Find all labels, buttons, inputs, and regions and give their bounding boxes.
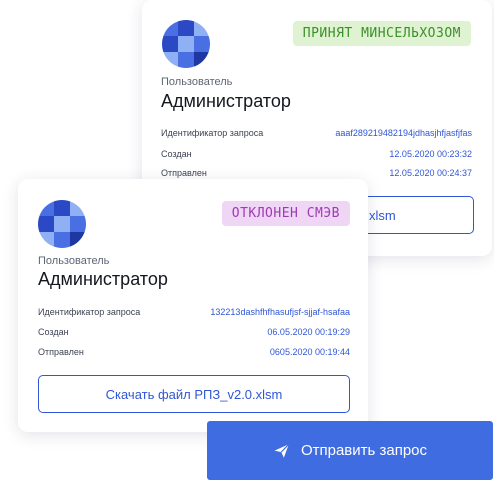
- status-badge: ПРИНЯТ МИНСЕЛЬХОЗОМ: [292, 21, 471, 46]
- created-label: Создан: [161, 149, 192, 159]
- request-id-label: Идентификатор запроса: [161, 128, 264, 138]
- download-button-label: xlsm: [369, 207, 396, 223]
- download-file-button[interactable]: xlsm: [352, 196, 474, 234]
- send-request-button[interactable]: Отправить запрос: [207, 421, 493, 480]
- avatar: [38, 200, 86, 248]
- sent-value: 12.05.2020 00:24:37: [389, 168, 472, 178]
- user-name: Администратор: [38, 269, 168, 289]
- request-id-value: aaaf289219482194jdhasjhfjasfjfas: [335, 128, 472, 138]
- created-value: 06.05.2020 00:19:29: [267, 327, 350, 337]
- user-label: Пользователь: [161, 76, 233, 88]
- request-card-rejected: ОТКЛОНЕН СМЭВ Пользователь Администратор…: [18, 179, 368, 432]
- created-label: Создан: [38, 327, 69, 337]
- request-id-value: 132213dashfhfhasufjsf-sjjaf-hsafaa: [210, 307, 350, 317]
- created-value: 12.05.2020 00:23:32: [389, 149, 472, 159]
- sent-value: 0605.2020 00:19:44: [269, 347, 350, 357]
- download-file-button[interactable]: Скачать файл РПЗ_v2.0.xlsm: [38, 375, 350, 413]
- avatar: [162, 20, 210, 68]
- request-id-label: Идентификатор запроса: [38, 307, 141, 317]
- sent-label: Отправлен: [38, 347, 84, 357]
- user-name: Администратор: [161, 91, 291, 111]
- status-badge: ОТКЛОНЕН СМЭВ: [221, 201, 350, 226]
- send-button-label: Отправить запрос: [300, 442, 428, 459]
- user-label: Пользователь: [38, 255, 110, 267]
- download-button-label: Скачать файл РПЗ_v2.0.xlsm: [105, 386, 283, 402]
- request-cards-stage: ПРИНЯТ МИНСЕЛЬХОЗОМ Пользователь Админис…: [0, 0, 494, 480]
- sent-label: Отправлен: [161, 168, 207, 178]
- paper-plane-icon: [274, 443, 290, 458]
